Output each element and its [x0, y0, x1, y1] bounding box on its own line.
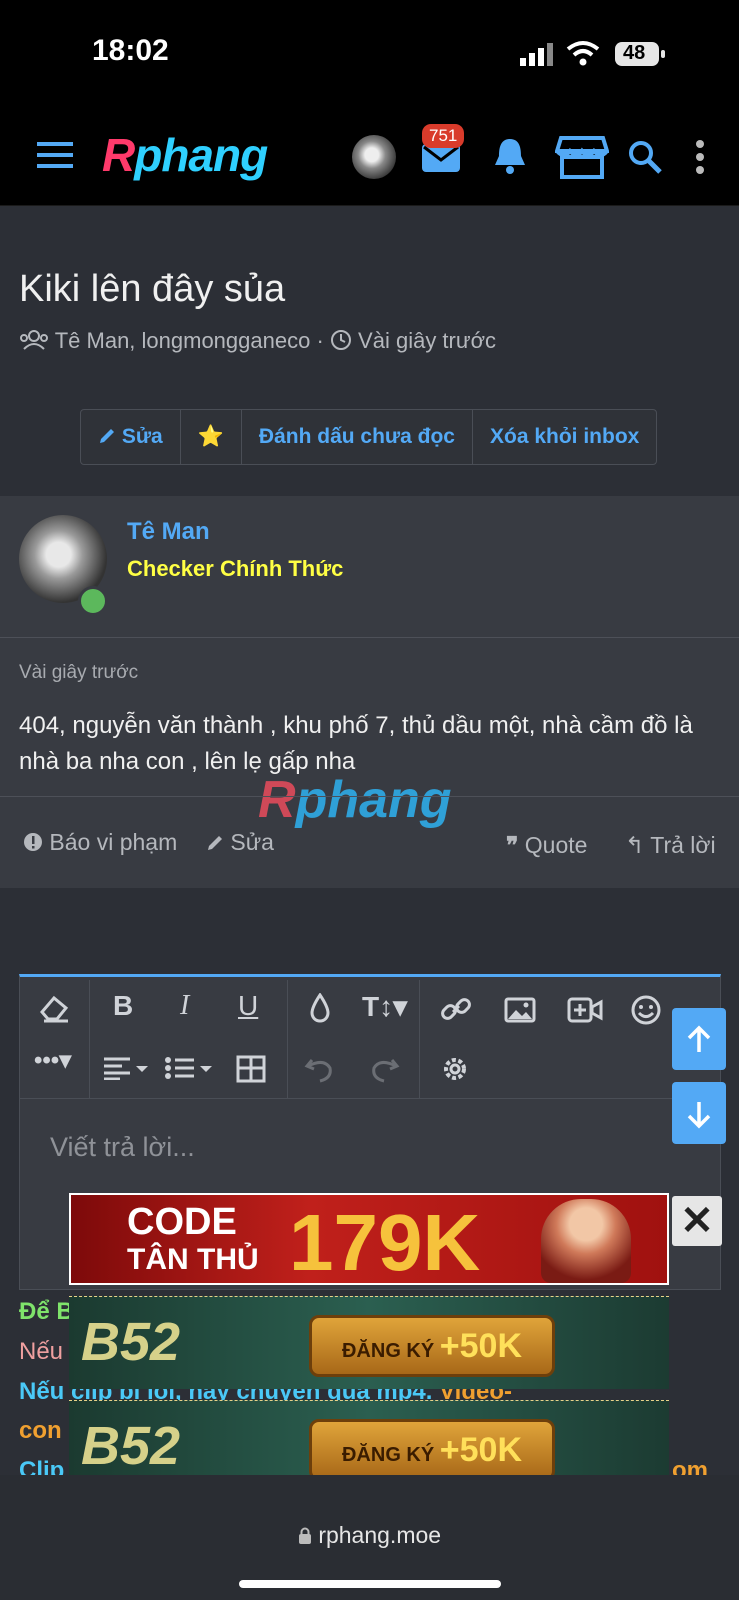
- more-tools-icon[interactable]: •••▾: [34, 1046, 71, 1075]
- watermark-text: phang: [295, 771, 452, 829]
- wifi-icon: [566, 40, 600, 66]
- video-icon[interactable]: [567, 997, 603, 1030]
- users-icon: [19, 328, 55, 353]
- quote-icon: ❞: [506, 832, 519, 858]
- edit-thread-label: Sửa: [121, 425, 163, 448]
- redo-icon[interactable]: [368, 1054, 400, 1091]
- post-author-name[interactable]: Tê Man: [127, 518, 210, 546]
- eraser-icon[interactable]: [38, 993, 70, 1030]
- ad-code-line2: TÂN THỦ: [127, 1243, 259, 1276]
- settings-icon[interactable]: [440, 1054, 470, 1091]
- ad-register-pill: ĐĂNG KÝ +50K: [309, 1315, 555, 1377]
- color-drop-icon[interactable]: [308, 992, 332, 1032]
- thread-meta: Tê Man, longmongganeco · Vài giây trước: [19, 328, 496, 354]
- site-logo[interactable]: Rphang: [102, 128, 268, 182]
- status-time: 18:02: [92, 34, 169, 67]
- search-icon[interactable]: [627, 139, 663, 175]
- reply-icon: ↰: [625, 832, 645, 858]
- inbox-count-badge: 751: [422, 124, 465, 148]
- underline-icon[interactable]: U: [238, 990, 258, 1022]
- page-title: Kiki lên đây sủa: [19, 268, 286, 310]
- undo-icon[interactable]: [304, 1054, 336, 1091]
- ad-register-pill: ĐĂNG KÝ +50K: [309, 1419, 555, 1481]
- ad-bonus: +50K: [439, 1431, 523, 1469]
- close-ad-button[interactable]: ✕: [672, 1196, 722, 1246]
- notice-line-4: con: [19, 1417, 62, 1444]
- pencil-icon: [98, 425, 116, 448]
- bold-icon[interactable]: B: [113, 990, 133, 1022]
- menu-icon[interactable]: [37, 141, 73, 169]
- thread-time: Vài giây trước: [358, 328, 497, 353]
- url-display[interactable]: rphang.moe: [0, 1522, 739, 1549]
- ad-code-amount: 179K: [289, 1198, 481, 1287]
- table-icon[interactable]: [236, 1055, 266, 1090]
- remove-inbox-button[interactable]: Xóa khỏi inbox: [473, 410, 656, 464]
- thread-actions-bar: Sửa ⭐ Đánh dấu chưa đọc Xóa khỏi inbox: [80, 409, 658, 465]
- star-button[interactable]: ⭐: [181, 410, 242, 464]
- ad-banner-code[interactable]: CODE TÂN THỦ 179K: [69, 1193, 669, 1287]
- avatar[interactable]: [352, 135, 396, 179]
- battery-level: 48: [623, 42, 646, 64]
- watermark-logo: Rphang: [258, 770, 452, 830]
- ad-model-image: [541, 1199, 631, 1283]
- mark-unread-button[interactable]: Đánh dấu chưa đọc: [242, 410, 473, 464]
- list-icon[interactable]: [164, 1055, 214, 1087]
- url-text: rphang.moe: [318, 1522, 442, 1548]
- ad-banner-b52[interactable]: B52 ĐĂNG KÝ +50K: [69, 1296, 669, 1389]
- toolbar-divider: [19, 1098, 719, 1099]
- image-icon[interactable]: [504, 997, 536, 1030]
- online-status-icon: [78, 586, 108, 616]
- clock-icon: [330, 328, 358, 353]
- signal-icon: [520, 42, 554, 66]
- lock-icon: [298, 1522, 312, 1548]
- notice-line-2: Nếu: [19, 1338, 64, 1365]
- reply-label: Trả lời: [650, 832, 716, 858]
- post-author-role: Checker Chính Thức: [127, 556, 344, 581]
- edit-post-button[interactable]: Sửa: [206, 829, 274, 856]
- scroll-down-button[interactable]: [672, 1082, 726, 1144]
- star-icon: ⭐: [197, 425, 224, 448]
- reply-input[interactable]: Viết trả lời...: [50, 1132, 195, 1163]
- ad-b52-logo: B52: [81, 1312, 181, 1372]
- report-button[interactable]: Báo vi phạm: [23, 829, 177, 856]
- font-size-icon[interactable]: T↕▾: [362, 990, 407, 1023]
- scroll-up-button[interactable]: [672, 1008, 726, 1070]
- quote-label: Quote: [524, 832, 588, 858]
- italic-icon[interactable]: I: [180, 990, 189, 1022]
- alert-icon: [23, 829, 43, 855]
- link-icon[interactable]: [440, 993, 472, 1032]
- edit-thread-button[interactable]: Sửa: [81, 410, 181, 464]
- ad-bonus: +50K: [439, 1327, 523, 1365]
- notice-line-1: Để B: [19, 1298, 74, 1325]
- divider: [0, 637, 739, 638]
- ad-register-label: ĐĂNG KÝ: [341, 1444, 435, 1466]
- quote-button[interactable]: ❞ Quote: [506, 832, 587, 859]
- post-time[interactable]: Vài giây trước: [19, 662, 138, 684]
- report-label: Báo vi phạm: [49, 829, 178, 855]
- ad-register-label: ĐĂNG KÝ: [341, 1340, 435, 1362]
- meta-separator: ·: [316, 328, 330, 353]
- emoji-icon[interactable]: [630, 994, 662, 1033]
- edit-post-label: Sửa: [230, 829, 274, 855]
- bell-icon[interactable]: [492, 136, 528, 176]
- watermark-r: R: [258, 771, 296, 829]
- thread-participants[interactable]: Tê Man, longmongganeco: [55, 328, 311, 353]
- ad-code-line1: CODE: [127, 1201, 237, 1243]
- ad-b52-logo: B52: [81, 1416, 181, 1476]
- store-icon[interactable]: [554, 135, 610, 179]
- reply-button[interactable]: ↰ Trả lời: [625, 832, 716, 859]
- battery-icon: 48: [614, 40, 666, 68]
- home-indicator[interactable]: [239, 1580, 501, 1588]
- logo-text: phang: [134, 129, 268, 181]
- logo-r: R: [102, 129, 135, 181]
- more-options-icon[interactable]: [695, 140, 705, 174]
- pencil-icon: [206, 829, 224, 855]
- align-icon[interactable]: [102, 1055, 150, 1087]
- divider: [0, 796, 739, 797]
